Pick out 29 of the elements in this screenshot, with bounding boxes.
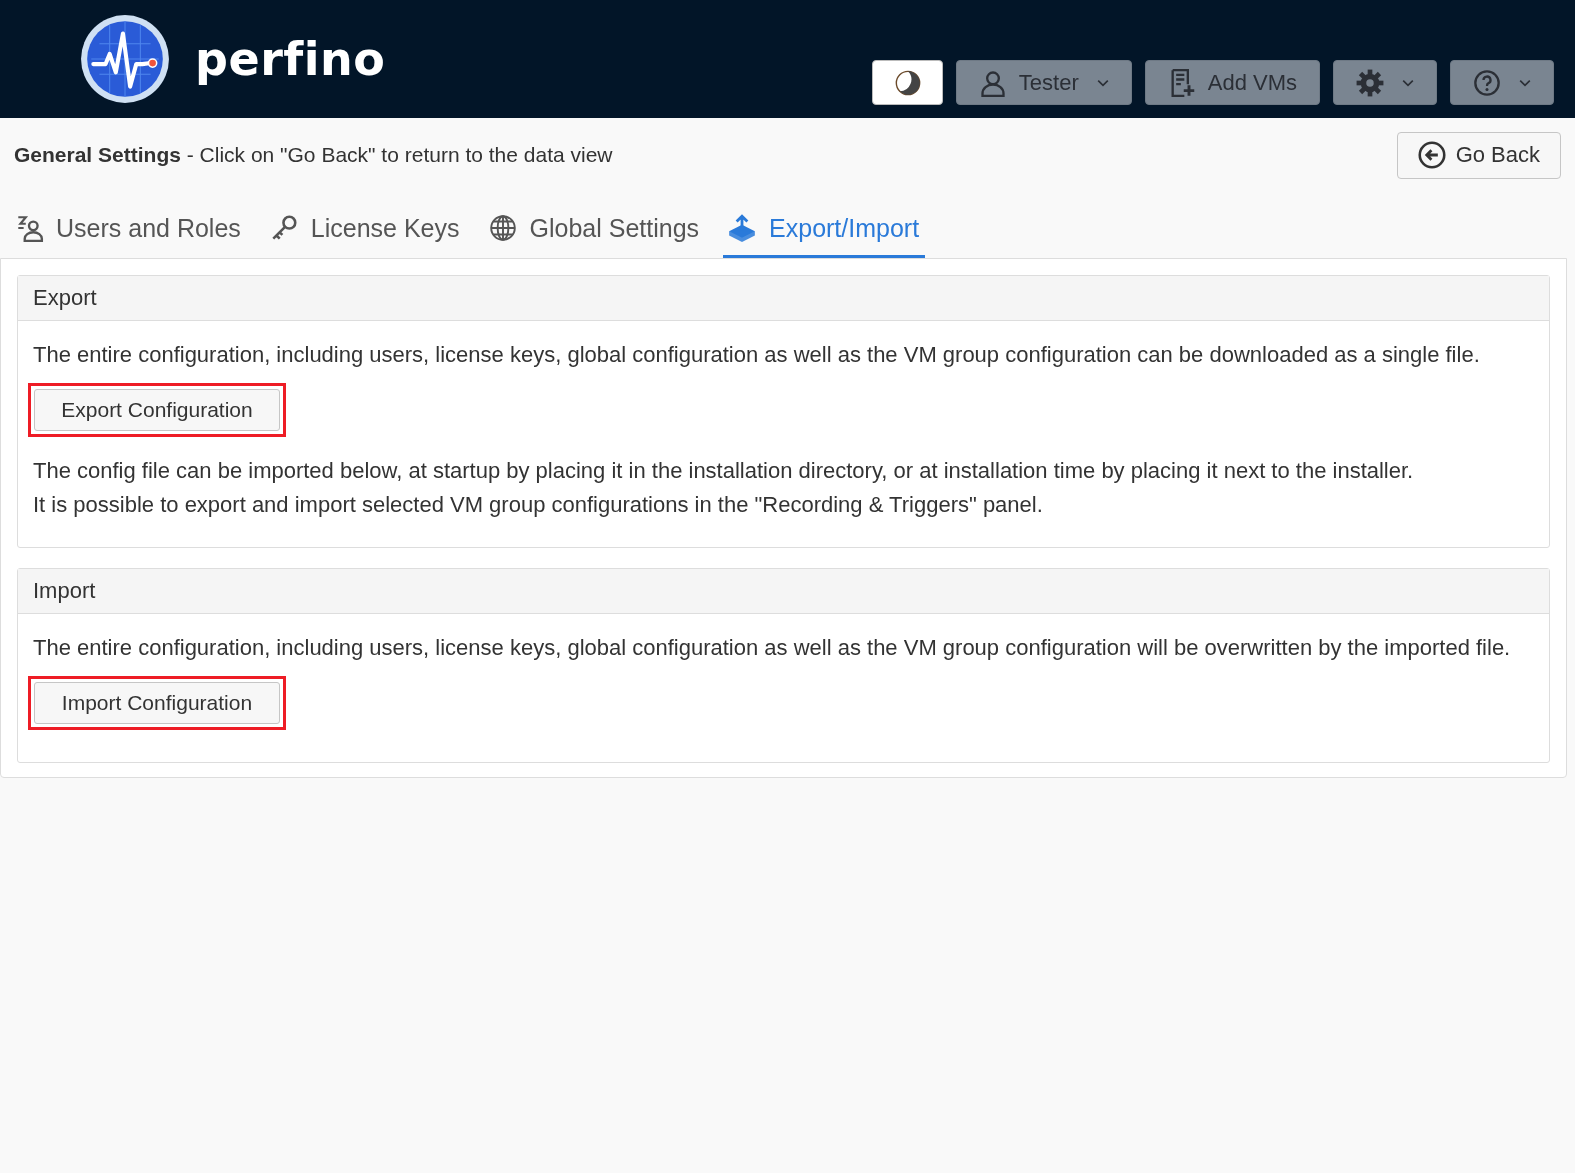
- person-icon: [978, 68, 1007, 97]
- description-text: It is possible to export and import selected VM group configurations in the "Recording & Triggers" panel.: [33, 491, 1044, 519]
- configuration-button[interactable]: Import Configuration: [34, 682, 280, 724]
- card-header: Export: [18, 276, 1549, 321]
- logo-icon: [79, 13, 171, 105]
- settings-tab[interactable]: Users and Roles: [10, 207, 247, 258]
- globe-icon: [487, 213, 518, 243]
- tray-upload-icon: [727, 213, 758, 243]
- description-text: The entire configuration, including users, license keys, global configuration as well as the VM group configuration will be overwritten by the imported file.: [33, 634, 1512, 662]
- user-menu-button[interactable]: Tester: [955, 60, 1132, 105]
- add-vms-button[interactable]: Add VMs: [1144, 60, 1320, 105]
- theme-toggle-button[interactable]: [871, 60, 943, 105]
- gear-icon: [1356, 68, 1384, 97]
- description-text: The entire configuration, including users, license keys, global configuration as well as the VM group configuration can be downloaded as a single file.: [33, 341, 1481, 369]
- configuration-button[interactable]: Export Configuration: [34, 389, 280, 431]
- card-header: Import: [18, 569, 1549, 614]
- brand-name: perfino: [195, 32, 386, 86]
- help-menu-button[interactable]: [1450, 60, 1554, 105]
- description-text: The config file can be imported below, at startup by placing it in the installation directory, or at installation time by placing it next to the installer.: [33, 457, 1415, 485]
- settings-tab[interactable]: License Keys: [264, 207, 466, 258]
- settings-tab[interactable]: Global Settings: [483, 207, 706, 258]
- caret-icon: [1096, 78, 1109, 87]
- half-moon-icon: [893, 68, 922, 97]
- go-back-button[interactable]: Go Back: [1396, 131, 1561, 179]
- caret-icon: [1519, 78, 1531, 87]
- settings-menu-button[interactable]: [1333, 60, 1437, 105]
- caret-icon: [1402, 78, 1414, 87]
- help-icon: [1473, 68, 1501, 97]
- page-title: General Settings - Click on "Go Back" to return to the data view: [14, 143, 613, 167]
